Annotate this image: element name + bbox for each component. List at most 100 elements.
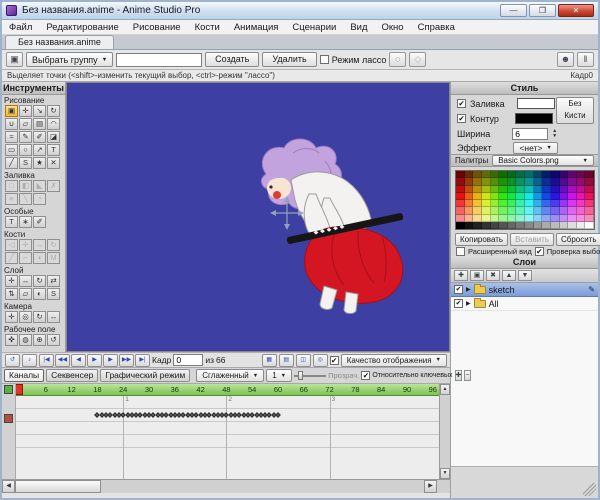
relative-keys-checkbox[interactable]: ✔	[361, 371, 370, 380]
shear-points-tool-icon[interactable]: ▱	[19, 118, 32, 130]
palette-swatch[interactable]	[551, 193, 560, 200]
palette-swatch[interactable]	[516, 222, 525, 229]
palette-swatch[interactable]	[525, 200, 534, 207]
palette-swatch[interactable]	[568, 186, 577, 193]
palette-swatch[interactable]	[456, 207, 465, 214]
palette-swatch[interactable]	[551, 171, 560, 178]
palette-swatch[interactable]	[473, 178, 482, 185]
outline-checkbox[interactable]: ✔	[457, 114, 466, 123]
orbit-view-tool-icon[interactable]: ◍	[19, 334, 32, 346]
palette-swatch[interactable]	[560, 200, 569, 207]
palette-swatch[interactable]	[491, 200, 500, 207]
sound-toggle-icon[interactable]: ♪	[22, 354, 37, 367]
palette-swatch[interactable]	[525, 222, 534, 229]
palette-swatch[interactable]	[499, 193, 508, 200]
scroll-right-icon[interactable]: ▶	[424, 480, 437, 493]
palette-swatch[interactable]	[568, 222, 577, 229]
palette-swatch[interactable]	[560, 215, 569, 222]
display-quality-dropdown[interactable]: Качество отображения ▼	[341, 354, 447, 367]
rectangle-tool-icon[interactable]: ▭	[5, 144, 18, 156]
palette-swatch[interactable]	[542, 207, 551, 214]
palette-swatch[interactable]	[542, 222, 551, 229]
palette-swatch[interactable]	[560, 178, 569, 185]
palette-swatch[interactable]	[508, 200, 517, 207]
palette-swatch[interactable]	[568, 171, 577, 178]
layer-visibility-checkbox[interactable]: ✔	[454, 285, 463, 294]
next-keyframe-button[interactable]: ▶▶	[119, 354, 134, 367]
canvas[interactable]	[66, 82, 450, 352]
timeline-tab-Секвенсер[interactable]: Секвенсер	[46, 369, 98, 382]
palette-swatch[interactable]	[525, 215, 534, 222]
step-back-button[interactable]: ◀	[71, 354, 86, 367]
palette-swatch[interactable]	[516, 178, 525, 185]
document-tab[interactable]: Без названия.anime	[5, 35, 114, 49]
palette-swatch[interactable]	[491, 171, 500, 178]
palette-swatch[interactable]	[585, 200, 594, 207]
palette-swatch[interactable]	[456, 215, 465, 222]
palette-swatch[interactable]	[534, 193, 543, 200]
palette-swatch[interactable]	[508, 171, 517, 178]
sketch-channel-icon[interactable]	[4, 414, 13, 423]
fill-checkbox[interactable]: ✔	[457, 99, 466, 108]
palette-swatch[interactable]	[508, 207, 517, 214]
add-bone-tool-icon[interactable]: ╱	[5, 252, 18, 264]
eraser-tool-icon[interactable]: ◪	[47, 131, 60, 143]
scroll-down-icon[interactable]: ▼	[440, 468, 450, 479]
palette-swatch[interactable]	[508, 193, 517, 200]
select-shape-tool-icon[interactable]: □	[5, 180, 18, 192]
line-width-tool-icon[interactable]: ≡	[5, 193, 18, 205]
palette-swatch[interactable]	[525, 186, 534, 193]
select-bone-tool-icon[interactable]: ◁	[5, 239, 18, 251]
palette-swatch[interactable]	[508, 186, 517, 193]
palette-swatch[interactable]	[551, 186, 560, 193]
follow-path-tool-icon[interactable]: S	[47, 288, 60, 300]
menu-Вид[interactable]: Вид	[343, 20, 374, 35]
delete-layer-icon[interactable]: ✖	[486, 270, 500, 281]
timeline-horizontal-scrollbar[interactable]: ◀ ▶	[2, 479, 450, 493]
create-shape-tool-icon[interactable]: ◧	[19, 180, 32, 192]
advanced-view-checkbox[interactable]	[456, 247, 465, 256]
scale-layer-tool-icon[interactable]: ↔	[19, 275, 32, 287]
palette-swatch[interactable]	[542, 171, 551, 178]
loop-playback-icon[interactable]: ↺	[5, 354, 20, 367]
palette-swatch[interactable]	[491, 207, 500, 214]
rotate-points-tool-icon[interactable]: ↻	[47, 105, 60, 117]
palette-swatch[interactable]	[516, 215, 525, 222]
verify-selection-checkbox[interactable]: ✔	[535, 247, 544, 256]
scrollbar-thumb[interactable]	[15, 480, 101, 493]
palette-swatch[interactable]	[482, 207, 491, 214]
pan-camera-tool-icon[interactable]: ↔	[47, 311, 60, 323]
palette-swatch[interactable]	[473, 186, 482, 193]
freehand-tool-icon[interactable]: ✐	[33, 131, 46, 143]
palette-swatch[interactable]	[473, 207, 482, 214]
timeline-zoom-in-icon[interactable]: ✚	[455, 370, 463, 381]
palette-swatch[interactable]	[456, 200, 465, 207]
palette-swatch[interactable]	[508, 222, 517, 229]
perspective-points-tool-icon[interactable]: ▤	[33, 118, 46, 130]
palette-swatch[interactable]	[499, 171, 508, 178]
manipulate-bones-tool-icon[interactable]: M	[47, 252, 60, 264]
palette-swatch[interactable]	[542, 193, 551, 200]
timeline-tracks[interactable]: 123	[2, 396, 439, 479]
palette-swatch[interactable]	[542, 186, 551, 193]
palette-swatch[interactable]	[585, 222, 594, 229]
safe-zone-icon[interactable]: ◎	[313, 354, 328, 367]
layer-expand-icon[interactable]: ▶	[466, 300, 471, 307]
palette-swatch[interactable]	[525, 171, 534, 178]
palette-swatch[interactable]	[482, 171, 491, 178]
group-name-input[interactable]	[116, 53, 202, 67]
palette-swatch[interactable]	[482, 200, 491, 207]
timeline-playhead[interactable]	[15, 384, 23, 395]
hide-edge-tool-icon[interactable]: ╲	[19, 193, 32, 205]
menu-Сценарии[interactable]: Сценарии	[285, 20, 343, 35]
palette-swatch[interactable]	[568, 200, 577, 207]
palette-swatch[interactable]	[465, 178, 474, 185]
palette-swatch[interactable]	[560, 171, 569, 178]
palette-swatch[interactable]	[568, 193, 577, 200]
palette-swatch[interactable]	[491, 215, 500, 222]
palette-swatch[interactable]	[577, 207, 586, 214]
palette-swatch[interactable]	[585, 171, 594, 178]
palette-swatch[interactable]	[499, 215, 508, 222]
timeline-tab-Каналы[interactable]: Каналы	[4, 369, 44, 382]
zoom-camera-tool-icon[interactable]: ◎	[19, 311, 32, 323]
